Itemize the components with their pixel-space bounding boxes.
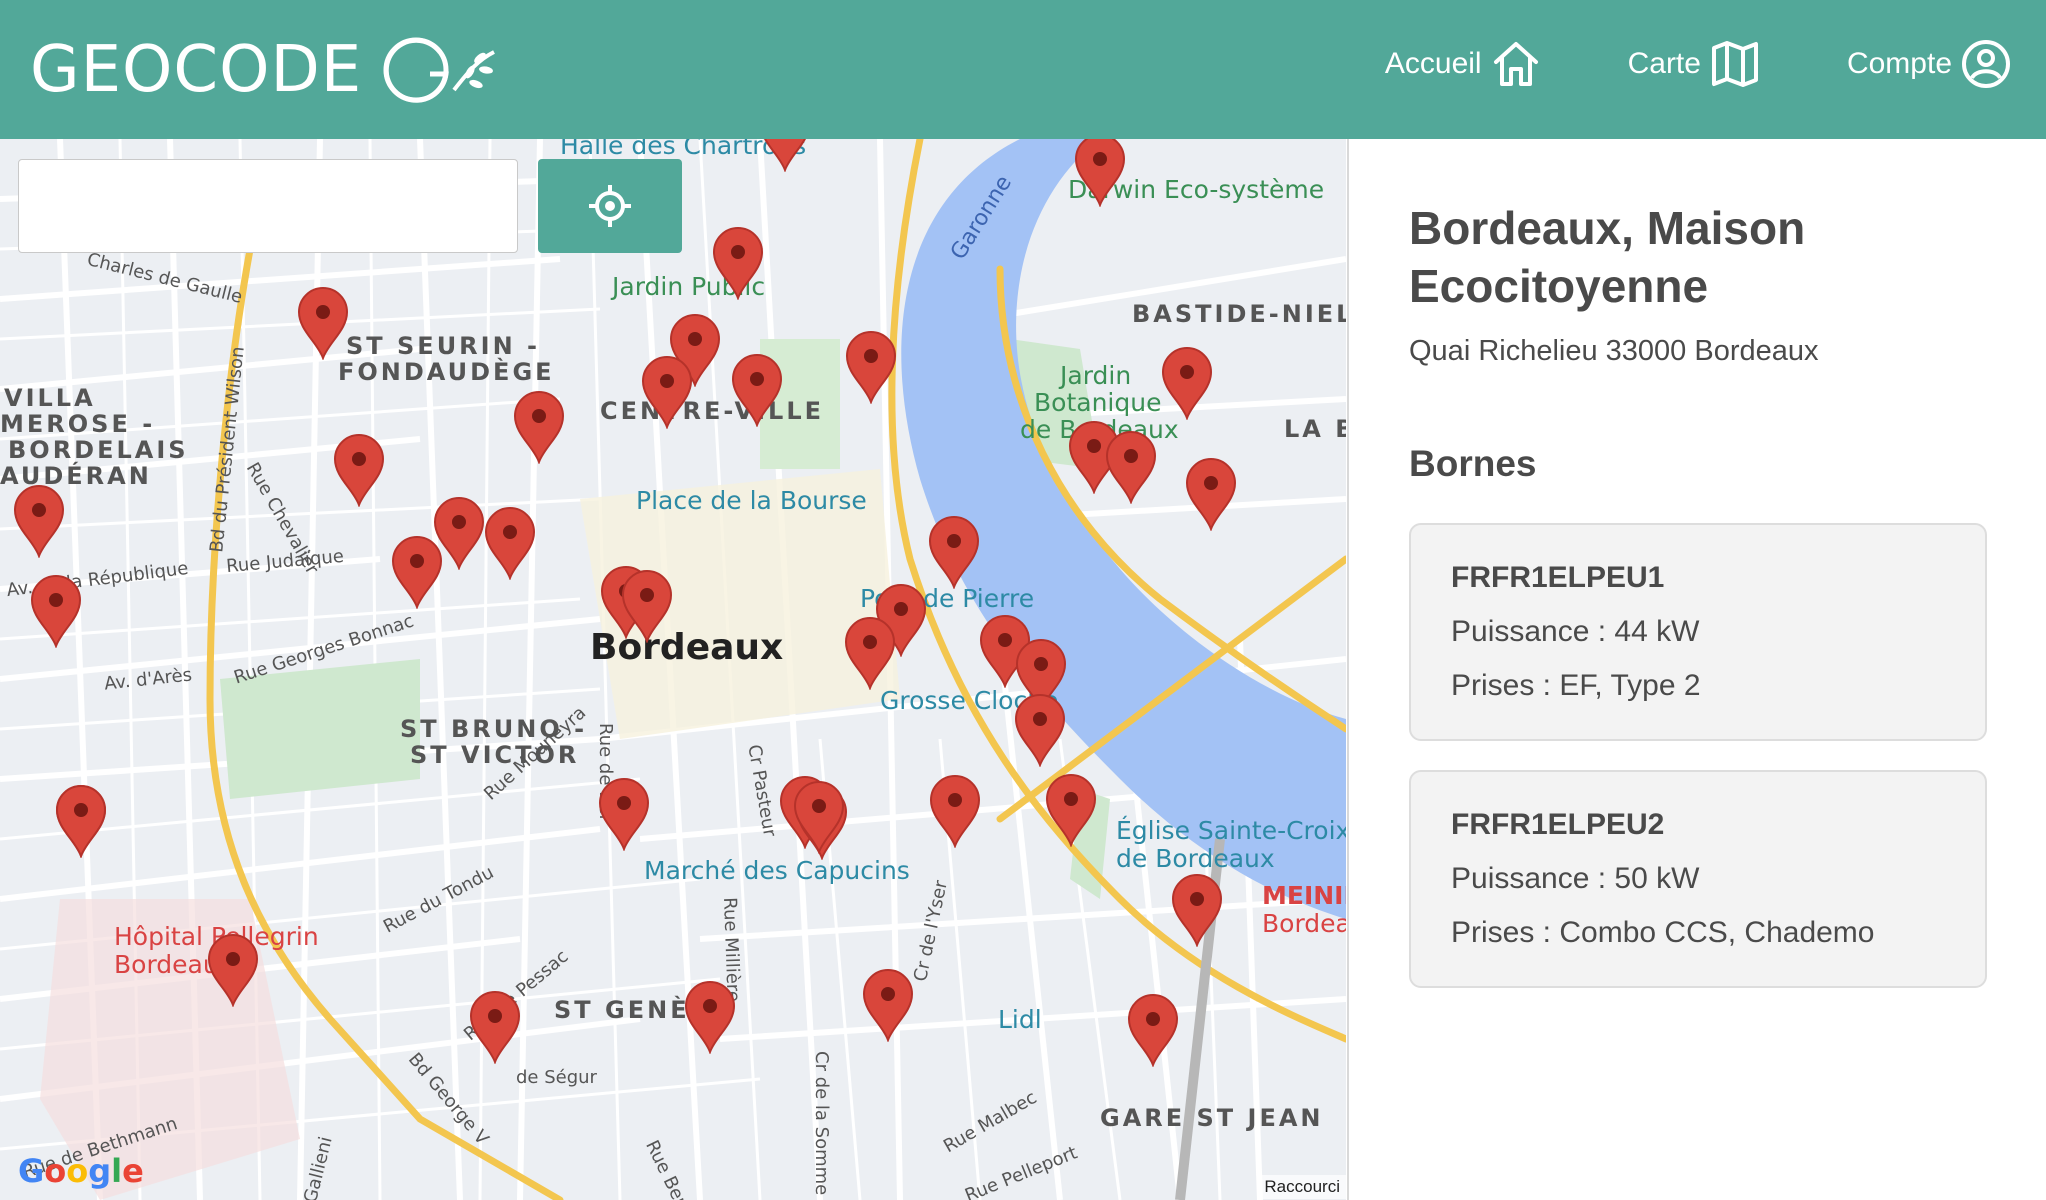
station-title: Bordeaux, Maison Ecocitoyenne: [1409, 202, 1806, 312]
borne-card[interactable]: FRFR1ELPEU1 Puissance : 44 kW Prises : E…: [1409, 523, 1987, 741]
charging-station-marker-icon[interactable]: [862, 968, 914, 1042]
borne-card[interactable]: FRFR1ELPEU2 Puissance : 50 kW Prises : C…: [1409, 770, 1987, 988]
charging-station-marker-icon[interactable]: [1171, 873, 1223, 947]
borne-plugs: Prises : EF, Type 2: [1451, 669, 1701, 702]
nav-carte[interactable]: Carte: [1628, 38, 1761, 90]
charging-station-marker-icon[interactable]: [598, 777, 650, 851]
charging-station-marker-icon[interactable]: [684, 980, 736, 1054]
charging-station-marker-icon[interactable]: [207, 933, 259, 1007]
charging-station-marker-icon[interactable]: [1045, 773, 1097, 847]
bornes-heading: Bornes: [1409, 443, 1537, 484]
charging-station-marker-icon[interactable]: [1161, 346, 1213, 420]
charging-station-marker-icon[interactable]: [55, 784, 107, 858]
charging-station-marker-icon[interactable]: [391, 535, 443, 609]
charging-station-marker-icon[interactable]: [712, 226, 764, 300]
nav-accueil[interactable]: Accueil: [1385, 38, 1542, 90]
district-label: VILLA: [4, 384, 96, 412]
charging-station-marker-icon[interactable]: [1185, 457, 1237, 531]
brand-name: GEOCODE: [30, 33, 363, 107]
nav-compte[interactable]: Compte: [1847, 38, 2012, 90]
main-nav: Accueil Carte Compte: [1299, 38, 2012, 90]
charging-station-marker-icon[interactable]: [731, 353, 783, 427]
charging-station-marker-icon[interactable]: [759, 139, 811, 172]
app-header: GEOCODE Accueil Carte Compte: [0, 0, 2046, 139]
district-label: ST SEURIN -: [346, 332, 540, 360]
charging-station-marker-icon[interactable]: [621, 569, 673, 643]
charging-station-marker-icon[interactable]: [844, 616, 896, 690]
poi-label: de Bordeaux: [1116, 844, 1275, 873]
charging-station-marker-icon[interactable]: [30, 574, 82, 648]
charging-station-marker-icon[interactable]: [1127, 993, 1179, 1067]
charging-station-marker-icon[interactable]: [929, 774, 981, 848]
brand[interactable]: GEOCODE: [30, 30, 502, 110]
charging-station-marker-icon[interactable]: [845, 330, 897, 404]
charging-station-marker-icon[interactable]: [928, 515, 980, 589]
district-label: GARE ST JEAN: [1100, 1104, 1324, 1132]
poi-label: Lidl: [998, 1005, 1042, 1034]
charging-station-marker-icon[interactable]: [793, 780, 845, 854]
road-label: Cr de la Somme: [811, 1051, 832, 1196]
poi-label: MEININ: [1262, 881, 1346, 910]
home-icon: [1493, 42, 1538, 86]
charging-station-marker-icon[interactable]: [513, 390, 565, 464]
poi-label: Église Sainte-Croix: [1116, 816, 1346, 845]
district-label: CENTRE-VILLE: [600, 397, 825, 425]
google-logo: Google: [18, 1152, 144, 1190]
geocode-logo-icon: [383, 37, 496, 103]
poi-label: Botanique: [1034, 388, 1162, 417]
locate-button[interactable]: [538, 159, 682, 253]
borne-id: FRFR1ELPEU2: [1451, 808, 1665, 841]
station-details-panel: Bordeaux, Maison Ecocitoyenne Quai Riche…: [1347, 139, 2046, 1200]
nav-carte-label: Carte: [1627, 47, 1701, 80]
district-label: FONDAUDÈGE: [338, 358, 555, 386]
poi-label: Place de la Bourse: [636, 486, 867, 515]
charging-station-marker-icon[interactable]: [333, 433, 385, 507]
poi-label: Bordea: [1262, 909, 1346, 938]
search-input[interactable]: [19, 160, 517, 252]
nav-compte-label: Compte: [1846, 47, 1952, 80]
district-label: BASTIDE-NIEL: [1132, 300, 1346, 328]
keyboard-shortcuts-link[interactable]: Raccourci: [1258, 1175, 1346, 1199]
map-icon: [1711, 41, 1758, 87]
nav-accueil-label: Accueil: [1384, 47, 1482, 80]
district-label: MEROSE -: [0, 410, 156, 438]
charging-station-marker-icon[interactable]: [641, 355, 693, 429]
borne-power: Puissance : 44 kW: [1451, 615, 1700, 648]
poi-label: Jardin: [1060, 361, 1132, 390]
charging-station-marker-icon[interactable]: [297, 286, 349, 360]
charging-station-marker-icon[interactable]: [484, 506, 536, 580]
account-icon: [1962, 40, 2010, 88]
road-label: de Ségur: [516, 1067, 597, 1088]
charging-station-marker-icon[interactable]: [1105, 430, 1157, 504]
borne-id: FRFR1ELPEU1: [1451, 561, 1665, 594]
charging-station-marker-icon[interactable]: [13, 484, 65, 558]
station-address: Quai Richelieu 33000 Bordeaux: [1409, 335, 1819, 367]
charging-station-marker-icon[interactable]: [1074, 139, 1126, 207]
charging-station-marker-icon[interactable]: [1014, 693, 1066, 767]
borne-power: Puissance : 50 kW: [1451, 862, 1700, 895]
poi-label: Marché des Capucins: [644, 856, 910, 885]
crosshair-icon: [589, 185, 631, 227]
borne-plugs: Prises : Combo CCS, Chademo: [1451, 916, 1875, 949]
charging-station-marker-icon[interactable]: [469, 990, 521, 1064]
district-label: LA B: [1284, 415, 1346, 443]
district-label: BORDELAIS: [8, 436, 189, 464]
map-view[interactable]: Halle des Chartrons Darwin Eco-système J…: [0, 139, 1346, 1200]
search-box[interactable]: [18, 159, 518, 253]
